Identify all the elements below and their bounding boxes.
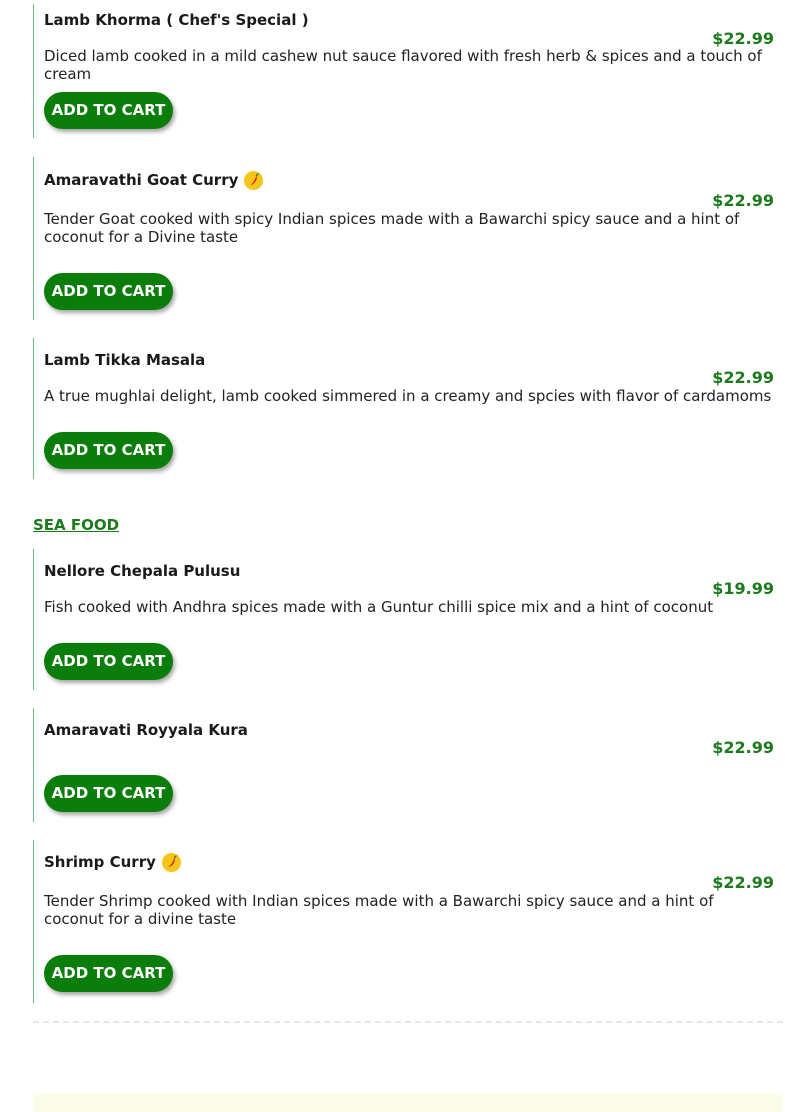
item-description: Fish cooked with Andhra spices made with… (44, 598, 714, 616)
menu-item: Amaravati Royyala Kura $22.99 ADD TO CAR… (33, 708, 774, 822)
add-to-cart-button[interactable]: ADD TO CART (44, 643, 173, 680)
chili-pepper-icon (244, 171, 264, 190)
item-description: Tender Goat cooked with spicy Indian spi… (44, 210, 740, 246)
item-price: $22.99 (712, 368, 774, 387)
item-description: Tender Shrimp cooked with Indian spices … (44, 892, 714, 928)
chili-pepper-icon (161, 853, 181, 872)
section-divider (33, 1021, 783, 1023)
add-to-cart-button[interactable]: ADD TO CART (44, 955, 173, 992)
add-to-cart-button[interactable]: ADD TO CART (44, 273, 173, 310)
item-name: Shrimp Curry (44, 852, 181, 872)
item-description: Diced lamb cooked in a mild cashew nut s… (44, 47, 762, 83)
item-price: $22.99 (712, 873, 774, 892)
item-price: $19.99 (712, 579, 774, 598)
item-price: $22.99 (712, 29, 774, 48)
item-name: Nellore Chepala Pulusu (44, 562, 241, 580)
add-to-cart-button[interactable]: ADD TO CART (44, 775, 173, 812)
menu-item: Nellore Chepala Pulusu $19.99 Fish cooke… (33, 549, 774, 690)
item-name: Amaravathi Goat Curry (44, 170, 264, 190)
add-to-cart-button[interactable]: ADD TO CART (44, 92, 173, 129)
menu-item: Amaravathi Goat Curry $22.99 Tender Goat… (33, 157, 774, 320)
item-name: Amaravati Royyala Kura (44, 721, 248, 739)
section-title-sea-food[interactable]: SEA FOOD (33, 516, 119, 534)
item-price: $22.99 (712, 191, 774, 210)
item-name: Lamb Khorma ( Chef's Special ) (44, 11, 309, 29)
add-to-cart-button[interactable]: ADD TO CART (44, 432, 173, 469)
menu-item: Lamb Khorma ( Chef's Special ) $22.99 Di… (33, 4, 774, 138)
item-price: $22.99 (712, 738, 774, 757)
footer-band (33, 1093, 783, 1112)
menu-item: Lamb Tikka Masala $22.99 A true mughlai … (33, 338, 774, 479)
item-name: Lamb Tikka Masala (44, 351, 206, 369)
item-description: A true mughlai delight, lamb cooked simm… (44, 387, 772, 405)
menu-item: Shrimp Curry $22.99 Tender Shrimp cooked… (33, 840, 774, 1003)
